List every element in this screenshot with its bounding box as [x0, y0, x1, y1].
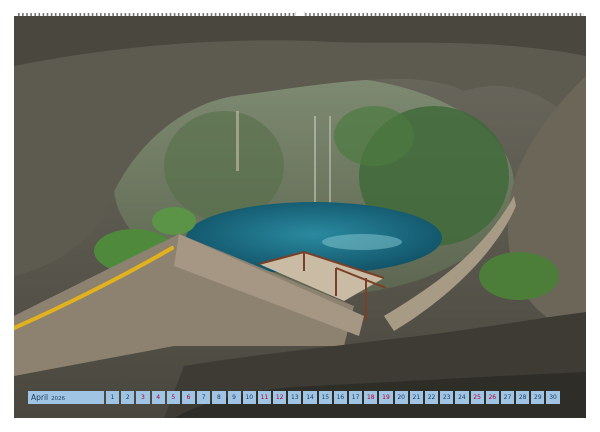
cenote-illustration	[14, 16, 586, 418]
calendar-day-cell: 9	[227, 391, 241, 404]
calendar-day-cell: 20	[394, 391, 408, 404]
calendar-day-cell: 1	[106, 391, 120, 404]
calendar-day-cell: 3	[136, 391, 150, 404]
calendar-day-cell: 14	[303, 391, 317, 404]
calendar-day-cell: 5	[166, 391, 180, 404]
calendar-day-cell: 22	[424, 391, 439, 404]
calendar-day-cell: 6	[181, 391, 196, 404]
calendar-day-cell: 10	[242, 391, 256, 404]
calendar-day-cell: 7	[197, 391, 211, 404]
calendar-day-cell: 17	[349, 391, 363, 404]
calendar-day-cell: 15	[318, 391, 332, 404]
calendar-day-cell: 30	[546, 391, 560, 404]
calendar-day-cell: 8	[212, 391, 226, 404]
calendar-day-cell: 13	[288, 391, 302, 404]
calendar-day-cell: 19	[379, 391, 393, 404]
calendar-month-cell: April 2026	[28, 391, 104, 404]
calendar-strip: April 2026 1 2 3 4 5 6 7 8 9 10 11 12 13 14 15 16 17 18 19 2…	[28, 391, 560, 404]
calendar-day-cell: 24	[455, 391, 469, 404]
calendar-day-cell: 16	[333, 391, 347, 404]
calendar-day-cell: 26	[485, 391, 499, 404]
calendar-day-cell: 11	[257, 391, 272, 404]
calendar-day-cell: 27	[500, 391, 515, 404]
calendar-day-cell: 4	[151, 391, 165, 404]
calendar-day-cell: 23	[440, 391, 454, 404]
calendar-page: April 2026 1 2 3 4 5 6 7 8 9 10 11 12 13 14 15 16 17 18 19 2…	[0, 0, 600, 432]
calendar-day-cell: 29	[531, 391, 545, 404]
calendar-month-label: April	[31, 393, 49, 402]
calendar-year-label: 2026	[51, 396, 66, 402]
cenote-photo	[14, 16, 586, 418]
calendar-day-cell: 25	[470, 391, 484, 404]
calendar-day-cell: 28	[516, 391, 530, 404]
calendar-day-cell: 18	[364, 391, 378, 404]
calendar-day-cell: 2	[121, 391, 135, 404]
calendar-day-cell: 21	[409, 391, 423, 404]
calendar-day-cell: 12	[273, 391, 287, 404]
